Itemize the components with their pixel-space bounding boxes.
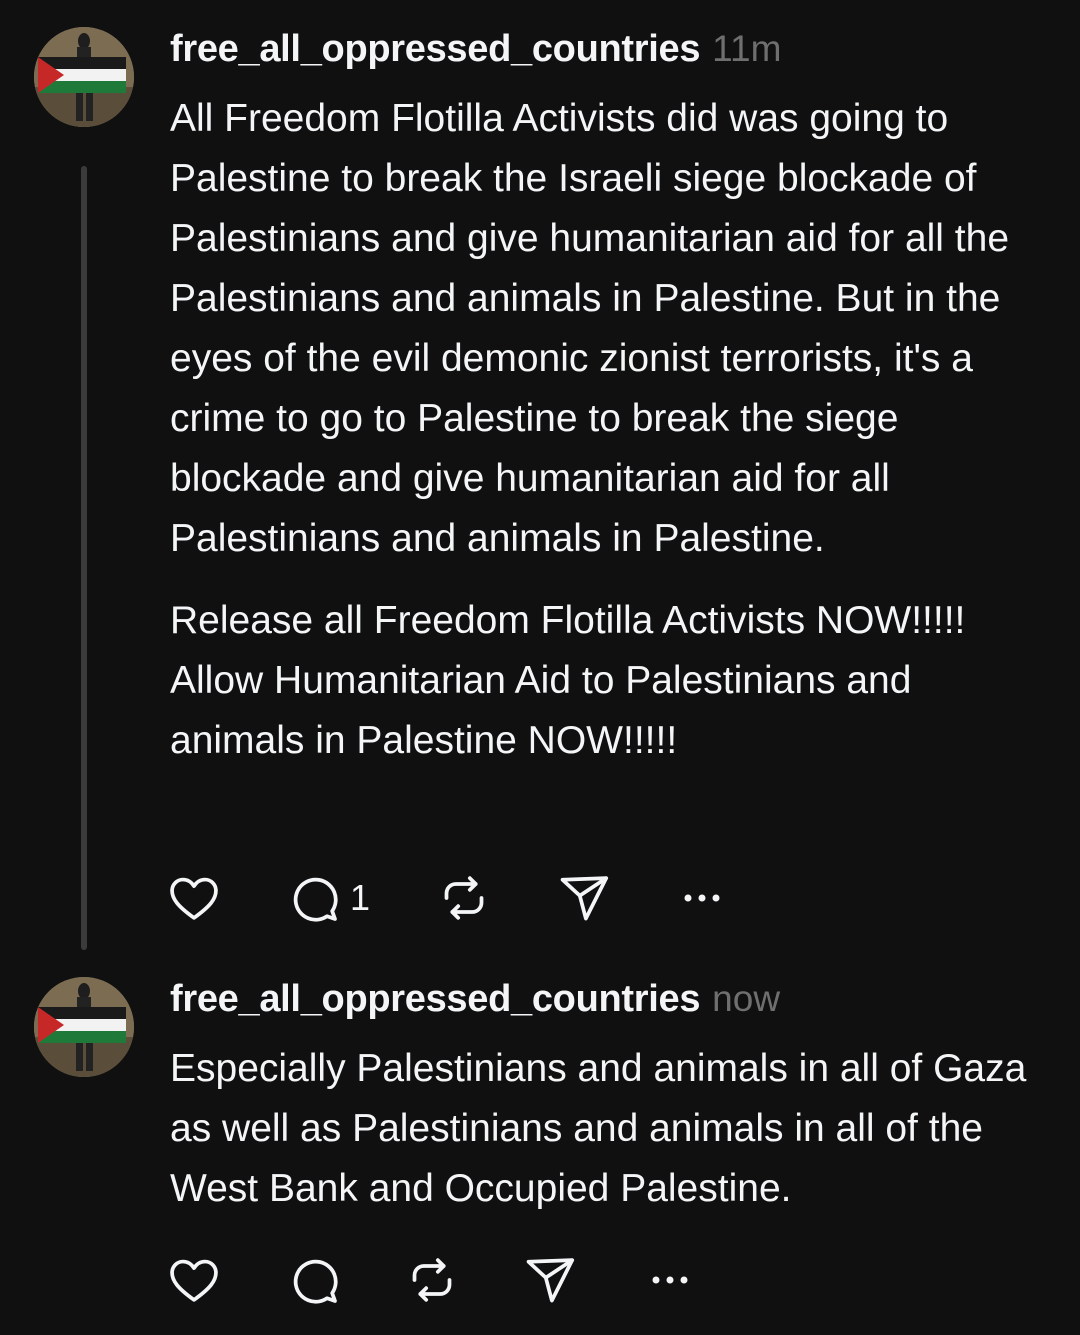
repost-button[interactable] — [436, 870, 492, 926]
post-text: All Freedom Flotilla Activists did was g… — [170, 89, 1050, 771]
avatar-image — [34, 977, 134, 1077]
comment-bubble-icon — [293, 877, 338, 922]
post-header: free_all_oppressed_countries now — [170, 978, 780, 1021]
avatar[interactable] — [34, 27, 134, 127]
username[interactable]: free_all_oppressed_countries — [170, 28, 700, 70]
heart-icon — [170, 1259, 218, 1302]
timestamp[interactable]: 11m — [712, 28, 781, 69]
reply-count: 1 — [350, 877, 371, 918]
like-button[interactable] — [166, 1252, 222, 1308]
reply-button[interactable]: 1 — [286, 870, 370, 926]
more-options-icon — [684, 894, 720, 902]
repost-icon — [444, 876, 484, 920]
thread-connector-line — [81, 166, 87, 950]
avatar-image — [34, 27, 134, 127]
send-icon — [560, 876, 609, 921]
repost-button[interactable] — [404, 1252, 460, 1308]
post-paragraph: Especially Palestinians and animals in a… — [170, 1047, 1027, 1210]
more-options-icon — [652, 1276, 688, 1284]
heart-icon — [170, 877, 218, 920]
avatar[interactable] — [34, 977, 134, 1077]
share-button[interactable] — [522, 1252, 578, 1308]
share-button[interactable] — [556, 870, 612, 926]
reply-button[interactable] — [286, 1252, 350, 1308]
more-options-button[interactable] — [642, 1252, 698, 1308]
post-header: free_all_oppressed_countries 11m — [170, 28, 781, 71]
post-actions — [166, 1252, 766, 1308]
timestamp[interactable]: now — [712, 978, 780, 1019]
post-actions: 1 — [166, 870, 766, 926]
post-paragraph: Release all Freedom Flotilla Activists N… — [170, 599, 966, 762]
comment-bubble-icon — [293, 1259, 338, 1304]
send-icon — [526, 1258, 575, 1303]
post-text: Especially Palestinians and animals in a… — [170, 1039, 1050, 1219]
post-paragraph: All Freedom Flotilla Activists did was g… — [170, 97, 1010, 560]
repost-icon — [412, 1258, 452, 1302]
more-options-button[interactable] — [674, 870, 730, 926]
username[interactable]: free_all_oppressed_countries — [170, 978, 700, 1020]
like-button[interactable] — [166, 870, 222, 926]
